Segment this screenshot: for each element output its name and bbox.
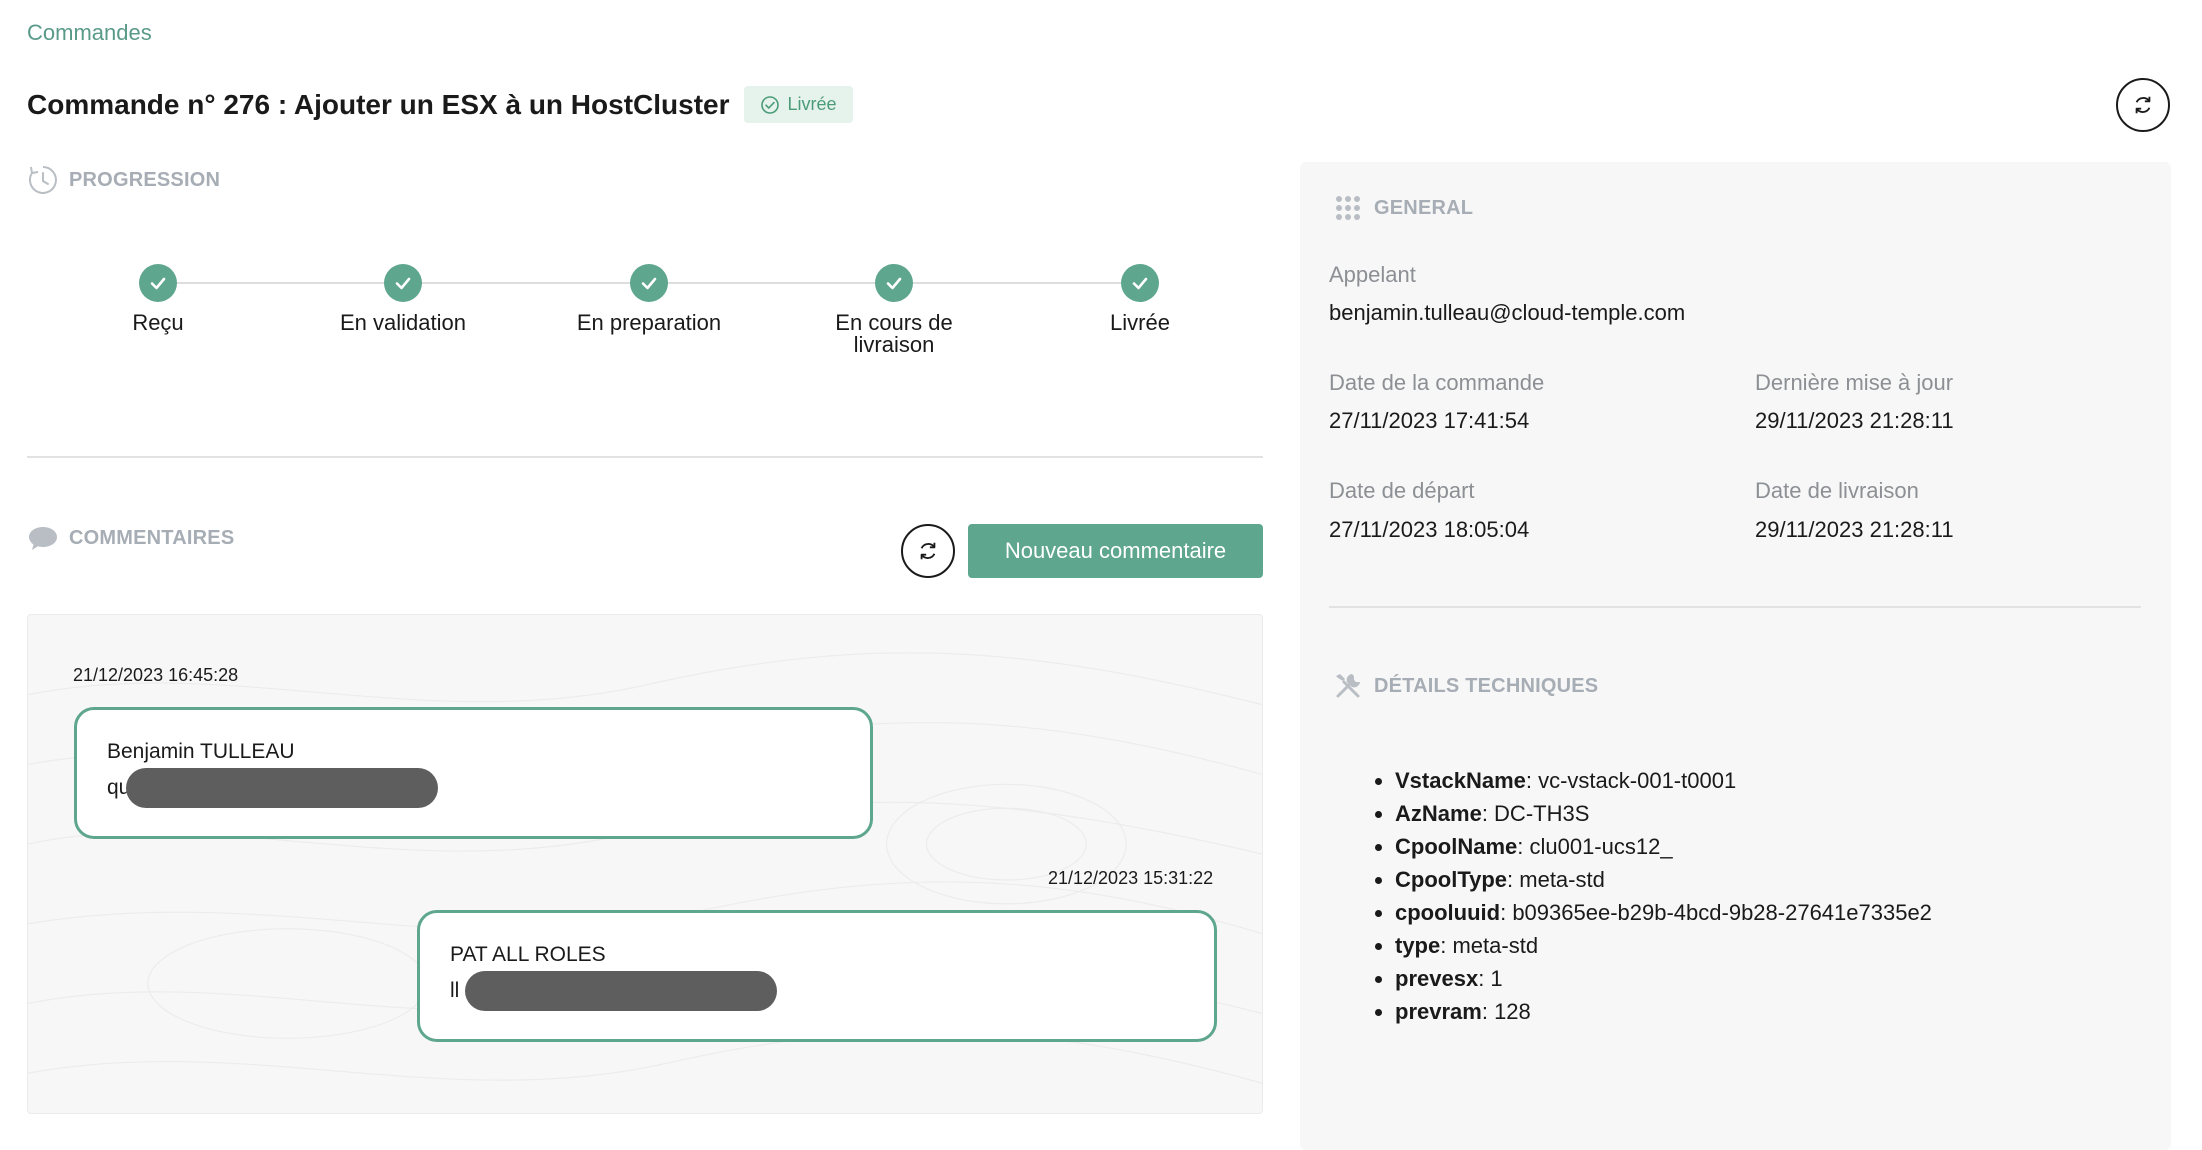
step-en-preparation: En preparation [549,262,749,334]
comment-text: ll [450,979,460,1002]
comment-author: Benjamin TULLEAU [107,740,295,763]
progress-stepper: Reçu En validation En preparation En cou… [100,262,1200,382]
check-icon [641,277,657,290]
comments-header: COMMENTAIRES [27,522,234,554]
tech-item: prevesx: 1 [1395,962,1932,995]
date-livraison-value: 29/11/2023 21:28:11 [1755,517,1954,542]
refresh-icon [920,542,936,560]
step-label: En validation [340,310,466,335]
date-depart-value: 27/11/2023 18:05:04 [1329,517,1530,542]
refresh-comments-button[interactable] [901,524,955,578]
step-en-validation: En validation [303,262,503,334]
step-check [384,264,422,302]
general-header: GENERAL [1332,192,1473,224]
appelant-label: Appelant [1329,262,1416,287]
check-circle-icon [760,95,779,114]
comment-bubble: PAT ALL ROLES ll [417,910,1217,1042]
new-comment-button[interactable]: Nouveau commentaire [968,524,1263,578]
comment-bubble: Benjamin TULLEAU qu [74,707,873,839]
date-livraison-label: Date de livraison [1755,478,1919,503]
technical-header-label: DÉTAILS TECHNIQUES [1374,674,1599,697]
comment-author: PAT ALL ROLES [450,943,606,966]
comment-timestamp: 21/12/2023 15:31:22 [1048,868,1214,888]
status-badge-label: Livrée [787,94,837,114]
tech-item: prevram: 128 [1395,995,1932,1028]
check-icon [1132,277,1148,290]
tools-icon [1336,674,1360,698]
comments-header-label: COMMENTAIRES [69,526,235,549]
general-header-label: GENERAL [1374,196,1474,219]
appelant-value: benjamin.tulleau@cloud-temple.com [1329,300,1686,325]
breadcrumb[interactable]: Commandes [27,20,152,46]
tech-item: type: meta-std [1395,929,1932,962]
comment-body: qu [107,768,840,808]
grid-dots-icon [1336,196,1360,220]
derniere-maj-value: 29/11/2023 21:28:11 [1755,408,1954,433]
step-check [1121,264,1159,302]
tech-item: AzName: DC-TH3S [1395,797,1932,830]
tech-item: cpooluuid: b09365ee-b29b-4bcd-9b28-27641… [1395,896,1932,929]
step-en-cours-de-livraison: En cours de livraison [809,262,979,356]
comment-body: ll [450,971,1184,1011]
comments-panel[interactable]: 21/12/2023 16:45:28 Benjamin TULLEAU qu … [27,614,1263,1114]
check-icon [886,277,902,290]
tech-item: CpoolType: meta-std [1395,863,1932,896]
page-title: Commande n° 276 : Ajouter un ESX à un Ho… [27,88,730,120]
redacted-block [465,971,778,1011]
technical-header: DÉTAILS TECHNIQUES [1332,670,1598,702]
progression-header-label: PROGRESSION [69,168,221,191]
clock-history-icon [29,166,57,194]
step-livree: Livrée [1040,262,1240,334]
comment-timestamp: 21/12/2023 16:45:28 [73,665,239,685]
step-label: En cours de livraison [835,310,953,357]
details-panel: GENERAL Appelant benjamin.tulleau@cloud-… [1300,162,2171,1150]
date-commande-label: Date de la commande [1329,370,1545,395]
progression-header: PROGRESSION [27,164,220,196]
step-check [630,264,668,302]
date-commande-value: 27/11/2023 17:41:54 [1329,408,1530,433]
tech-item: CpoolName: clu001-ucs12_ [1395,830,1932,863]
check-icon [150,277,166,290]
refresh-button[interactable] [2116,78,2170,132]
step-label: Livrée [1110,310,1170,335]
redacted-block [126,768,439,808]
step-check [875,264,913,302]
refresh-icon [2135,96,2151,114]
step-check [139,264,177,302]
step-recu: Reçu [58,262,258,334]
technical-details-list: VstackName: vc-vstack-001-t0001 AzName: … [1395,764,1932,1028]
date-depart-label: Date de départ [1329,478,1475,503]
speech-bubble-icon [29,527,57,550]
divider [1329,606,2141,608]
divider [27,456,1263,458]
status-badge: Livrée [743,86,853,123]
tech-item: VstackName: vc-vstack-001-t0001 [1395,764,1932,797]
derniere-maj-label: Dernière mise à jour [1755,370,1954,395]
check-icon [395,277,411,290]
title-row: Commande n° 276 : Ajouter un ESX à un Ho… [27,86,853,123]
step-label: Reçu [132,310,184,335]
step-label: En preparation [576,310,722,335]
